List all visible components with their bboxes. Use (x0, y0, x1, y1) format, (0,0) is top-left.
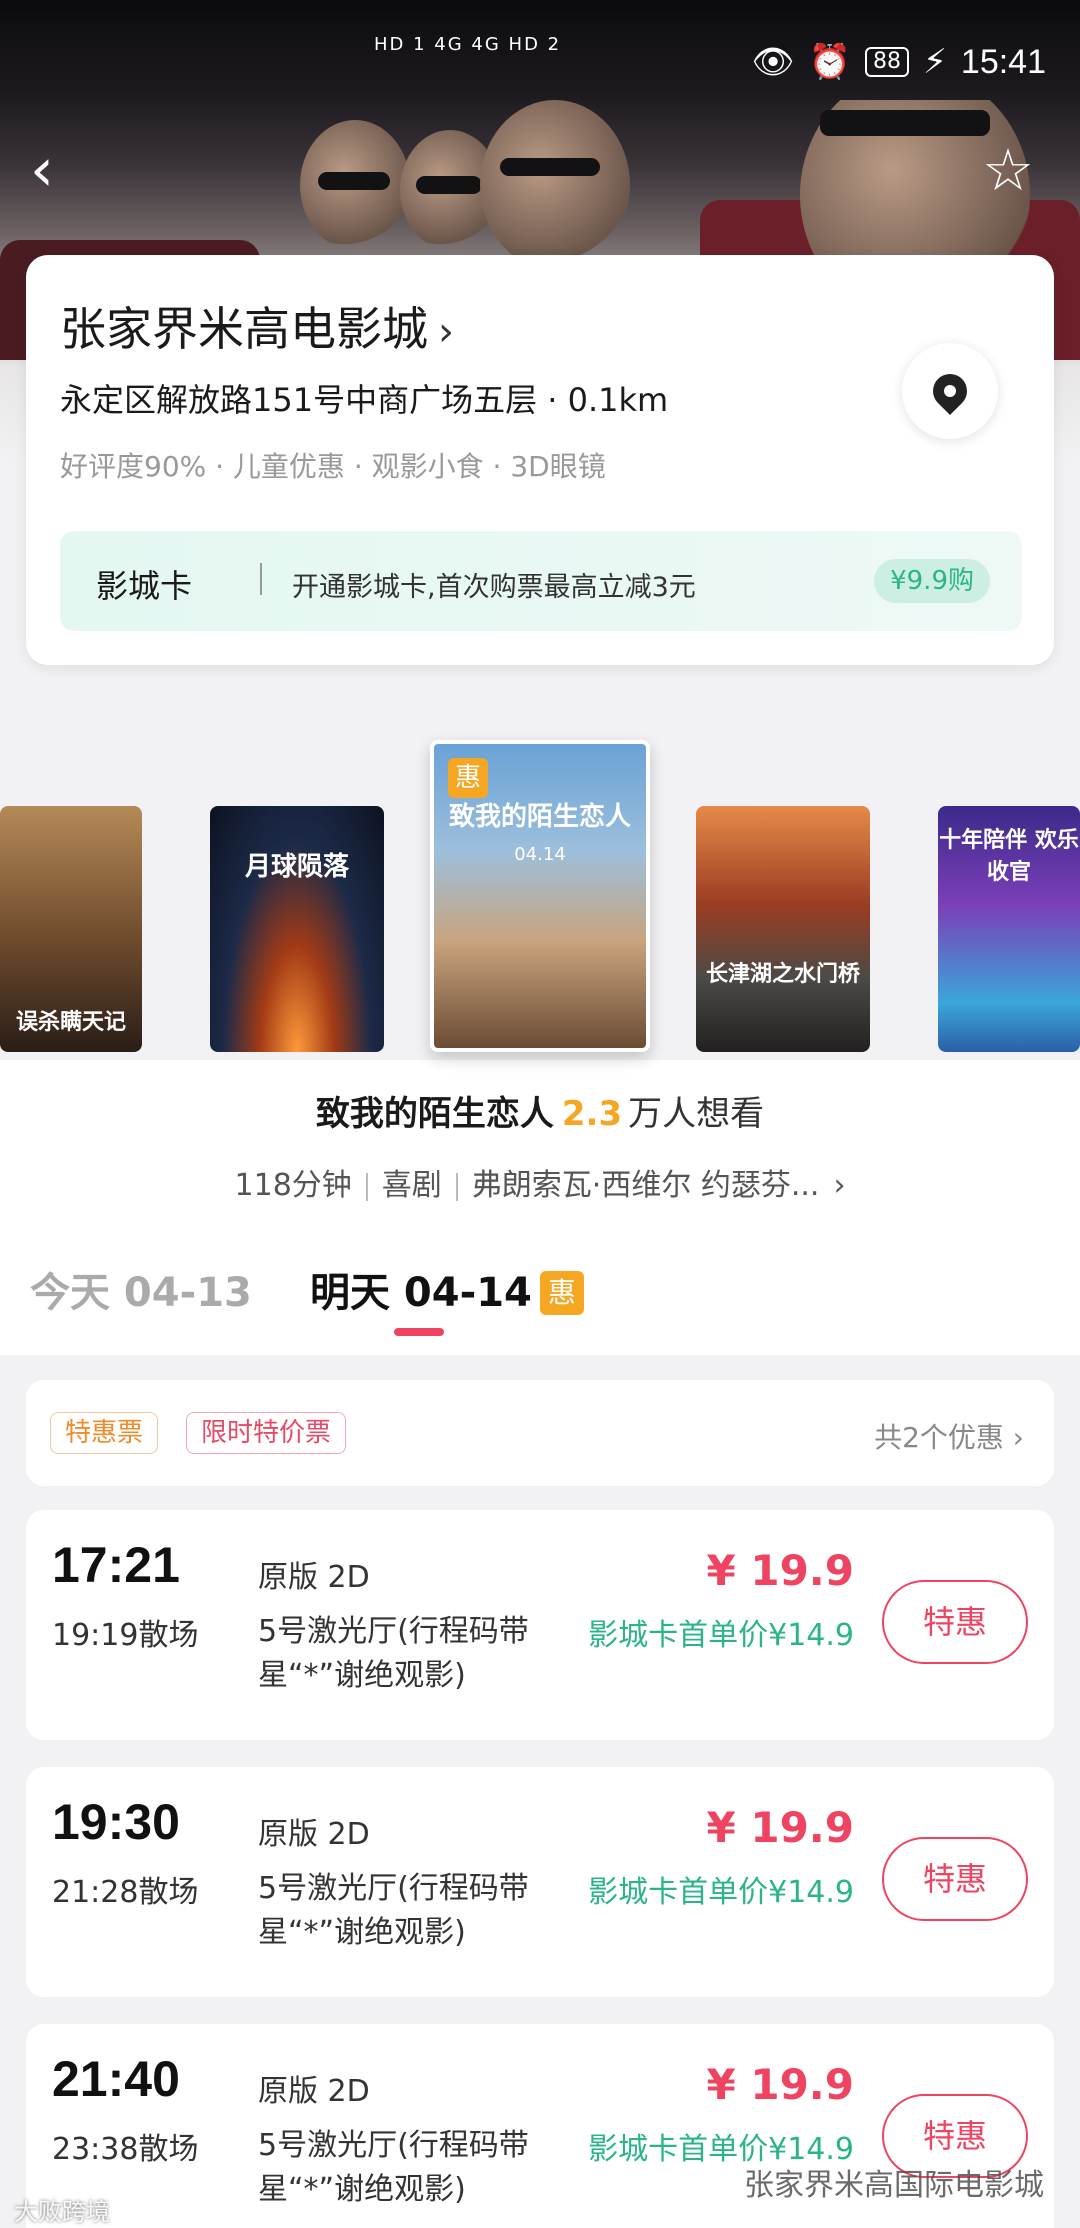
discount-badge: 惠 (539, 1271, 584, 1315)
discount-badge: 惠 (448, 758, 488, 798)
watermark-left: 大败跨境 (14, 2198, 110, 2226)
poster-title: 误杀瞒天记 (15, 1010, 126, 1035)
want-label: 万人想看 (628, 1094, 765, 1134)
showtime-card-price: 影城卡首单价¥14.9 (588, 1875, 854, 1910)
active-tab-indicator (394, 1328, 444, 1336)
movie-poster[interactable]: 月球陨落 (210, 806, 384, 1052)
poster-title: 月球陨落 (244, 852, 349, 882)
tab-tomorrow-label: 明天 04-14 (310, 1270, 532, 1316)
location-pin-icon (925, 366, 975, 416)
showtime-end: 23:38散场 (52, 2132, 199, 2167)
promo-tag-special: 特惠票 (50, 1412, 159, 1454)
showtime-price: ¥ 19.9 (706, 1803, 854, 1852)
showtime-price: ¥ 19.9 (706, 1546, 854, 1595)
movie-title-row: 致我的陌生恋人 2.3 万人想看 (0, 1086, 1080, 1135)
poster-date: 04.14 (514, 844, 566, 865)
movie-genre: 喜剧 (381, 1168, 442, 1203)
showtime-version: 原版 2D (258, 1560, 370, 1595)
map-pin-button[interactable] (902, 343, 998, 439)
showtime-hall: 5号激光厅(行程码带星“*”谢绝观影) (258, 1614, 529, 1693)
poster-title: 致我的陌生恋人 (448, 802, 631, 832)
showtime-version: 原版 2D (258, 1817, 370, 1852)
promo-more-link[interactable]: 共2个优惠 › (874, 1416, 1024, 1456)
movie-meta-row[interactable]: 118分钟 喜剧 弗朗索瓦·西维尔 约瑟芬... › (0, 1160, 1080, 1204)
buy-ticket-button[interactable]: 特惠 (882, 1837, 1028, 1921)
tab-today[interactable]: 今天 04-13 (30, 1260, 252, 1318)
cinema-name: 张家界米高电影城 (60, 302, 428, 356)
cinema-card-banner[interactable]: 影城卡 开通影城卡,首次购票最高立减3元 ¥9.9购 (60, 531, 1022, 631)
cinema-name-link[interactable]: 张家界米高电影城 › (60, 293, 454, 359)
alarm-icon: ⏰ (808, 42, 852, 82)
chevron-right-icon: › (438, 309, 454, 355)
movie-poster-selected[interactable]: 惠 致我的陌生恋人 04.14 (430, 740, 650, 1052)
movie-poster[interactable]: 十年陪伴 欢乐收官 (938, 806, 1080, 1052)
promo-row[interactable]: 特惠票 限时特价票 共2个优惠 › (26, 1380, 1054, 1486)
showtime-end: 21:28散场 (52, 1875, 199, 1910)
cinema-card-label: 影城卡 (96, 567, 193, 605)
cinema-card-description: 开通影城卡,首次购票最高立减3元 (292, 572, 696, 603)
tab-tomorrow[interactable]: 明天 04-14 惠 (310, 1260, 584, 1318)
network-indicator: HD 1 4G 4G HD 2 (374, 34, 562, 55)
movie-title: 致我的陌生恋人 (315, 1094, 554, 1134)
showtime-end: 19:19散场 (52, 1618, 199, 1653)
eye-icon: 👁 (751, 42, 795, 82)
showtime-hall: 5号激光厅(行程码带星“*”谢绝观影) (258, 1871, 529, 1950)
movie-cast: 弗朗索瓦·西维尔 约瑟芬... (471, 1168, 820, 1203)
want-count: 2.3 (561, 1094, 623, 1134)
watermark-right: 张家界米高国际电影城 (744, 2168, 1044, 2203)
status-bar: HD 1 4G 4G HD 2 👁 ⏰ 88 ⚡ 15:41 (0, 0, 1080, 100)
buy-ticket-button[interactable]: 特惠 (882, 1580, 1028, 1664)
showtime-row[interactable]: 17:21 19:19散场 原版 2D 5号激光厅(行程码带星“*”谢绝观影) … (26, 1510, 1054, 1740)
movie-duration: 118分钟 (234, 1168, 352, 1203)
poster-title: 长津湖之水门桥 (705, 962, 860, 987)
battery-indicator: 88 (865, 47, 910, 77)
cinema-address: 永定区解放路151号中商广场五层 · 0.1km (60, 381, 669, 419)
chevron-right-icon: › (833, 1168, 846, 1203)
charging-icon: ⚡ (923, 42, 947, 82)
showtime-start: 19:30 (52, 1794, 180, 1850)
movie-poster[interactable]: 误杀瞒天记 (0, 806, 142, 1052)
promo-tag-limited: 限时特价票 (186, 1412, 347, 1454)
showtime-price: ¥ 19.9 (706, 2060, 854, 2109)
cinema-tags: 好评度90% · 儿童优惠 · 观影小食 · 3D眼镜 (60, 450, 606, 483)
movie-poster[interactable]: 长津湖之水门桥 (696, 806, 870, 1052)
showtime-start: 17:21 (52, 1537, 180, 1593)
showtime-row[interactable]: 19:30 21:28散场 原版 2D 5号激光厅(行程码带星“*”谢绝观影) … (26, 1767, 1054, 1997)
chevron-left-icon[interactable]: ‹ (30, 140, 80, 200)
poster-title: 十年陪伴 欢乐收官 (939, 828, 1079, 885)
showtime-card-price: 影城卡首单价¥14.9 (588, 1618, 854, 1653)
cinema-info-card: 张家界米高电影城 › 永定区解放路151号中商广场五层 · 0.1km 好评度90… (26, 255, 1054, 665)
showtime-version: 原版 2D (258, 2074, 370, 2109)
star-outline-icon[interactable]: ☆ (976, 138, 1040, 202)
showtime-start: 21:40 (52, 2051, 180, 2107)
cinema-card-buy-button[interactable]: ¥9.9购 (874, 559, 990, 603)
showtime-hall: 5号激光厅(行程码带星“*”谢绝观影) (258, 2128, 529, 2207)
divider (260, 563, 262, 595)
date-tabs: 今天 04-13 明天 04-14 惠 (0, 1240, 1080, 1355)
clock: 15:41 (960, 42, 1046, 81)
